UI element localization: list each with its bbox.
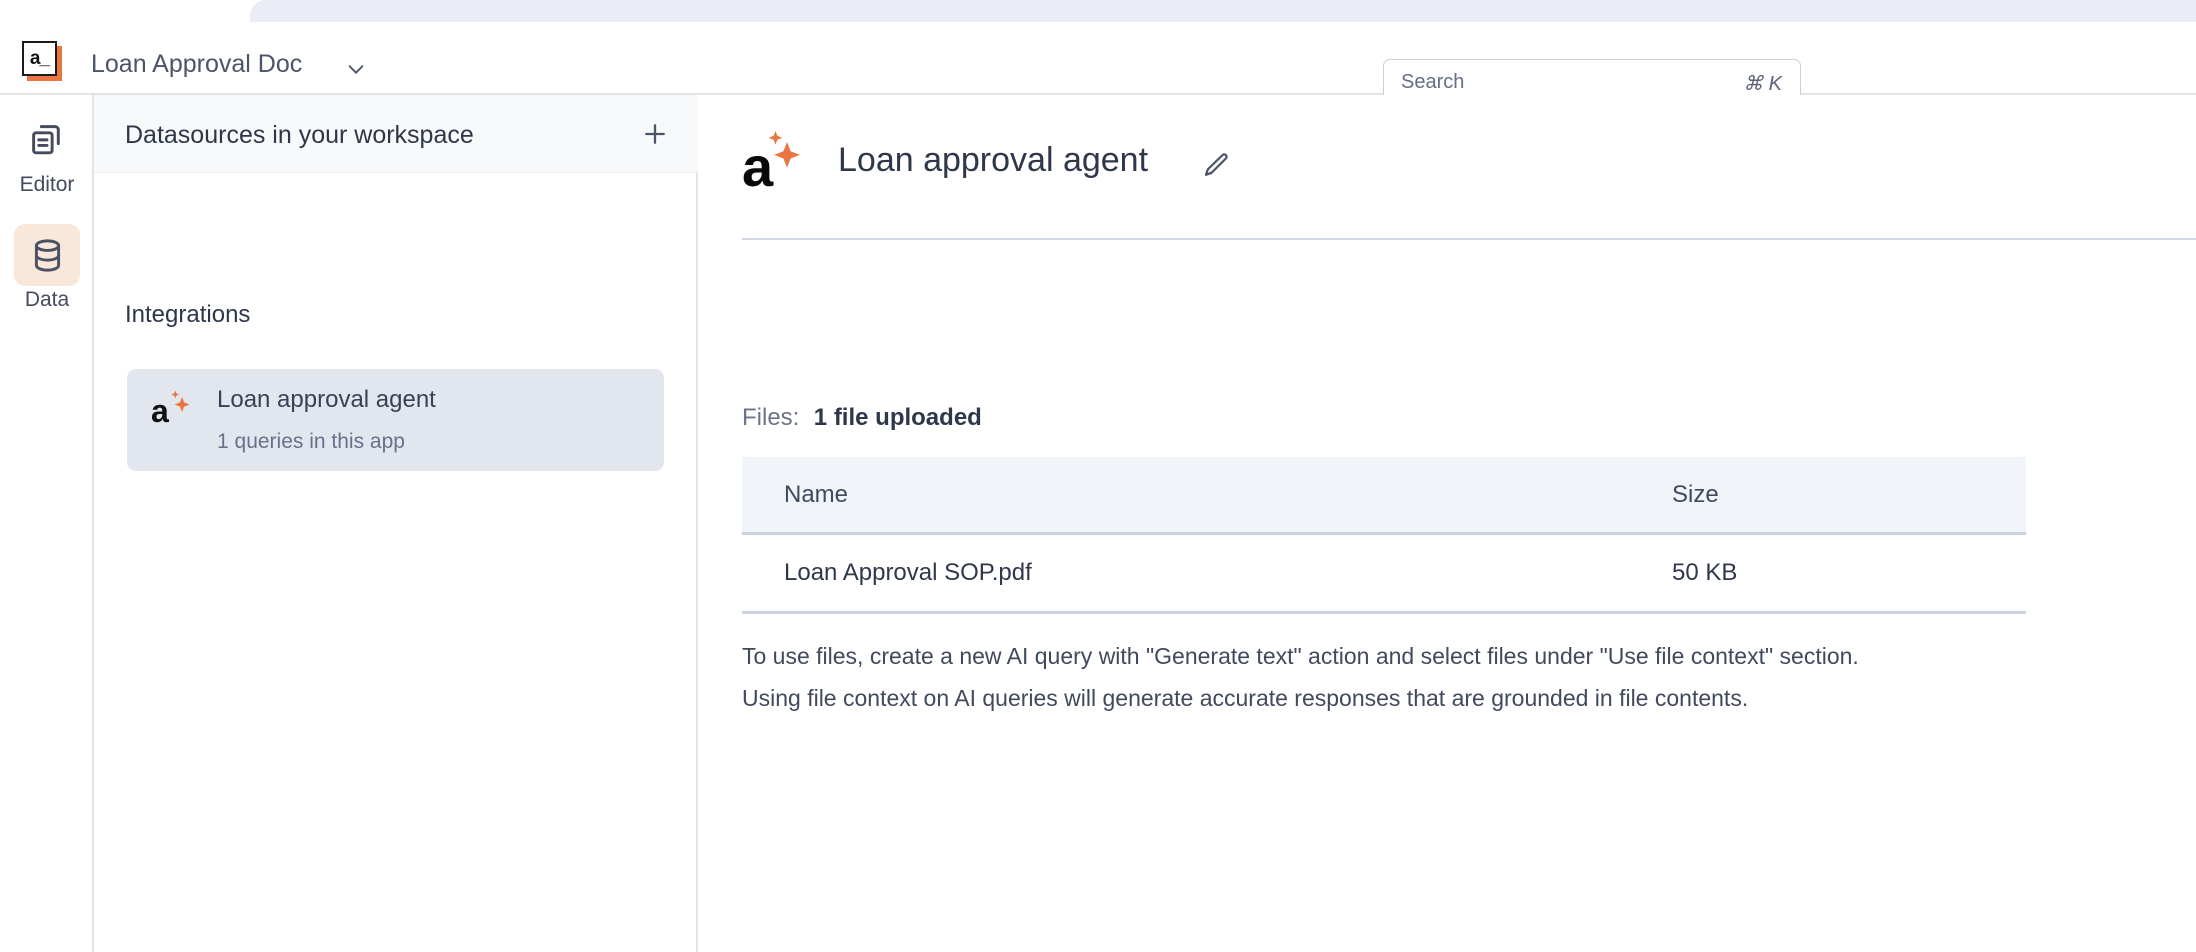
documents-icon — [14, 109, 80, 171]
page-title: Loan approval agent — [838, 141, 1148, 180]
files-help-note-line-2: Using file context on AI queries will ge… — [742, 677, 2092, 719]
files-label: Files: — [742, 404, 799, 431]
file-size-cell: 50 KB — [1668, 559, 2026, 587]
browser-tab-strip — [0, 0, 2196, 22]
main-content: a Loan approval agent Files: 1 file uplo… — [698, 95, 2196, 952]
datasource-item-name: Loan approval agent — [217, 386, 436, 414]
datasources-panel: Datasources in your workspace Integratio… — [94, 95, 698, 952]
logo-face: a_ — [22, 41, 57, 76]
database-icon — [14, 224, 80, 286]
files-table: Name Size Loan Approval SOP.pdf 50 KB — [742, 457, 2026, 614]
rail-item-editor[interactable]: Editor — [0, 109, 94, 197]
plus-icon[interactable] — [641, 120, 669, 148]
search-shortcut-hint: ⌘ K — [1743, 71, 1782, 96]
active-tab-shape — [250, 0, 2196, 22]
header-divider — [742, 238, 2196, 240]
top-app-bar: a_ Loan Approval Doc ⌘ K — [0, 22, 2196, 95]
content-header: a Loan approval agent — [698, 95, 2196, 239]
column-header-name: Name — [742, 481, 1668, 509]
files-help-note: To use files, create a new AI query with… — [742, 635, 2092, 719]
pencil-icon[interactable] — [1201, 151, 1231, 181]
svg-text:a: a — [742, 135, 774, 194]
chevron-down-icon[interactable] — [345, 58, 367, 80]
app-logo-icon[interactable]: a_ — [22, 41, 62, 81]
datasource-item-loan-approval-agent[interactable]: a Loan approval agent 1 queries in this … — [127, 369, 664, 471]
rail-item-editor-label: Editor — [20, 173, 75, 197]
files-help-note-line-1: To use files, create a new AI query with… — [742, 635, 2092, 677]
datasource-item-subtitle: 1 queries in this app — [217, 430, 405, 454]
files-summary: Files: 1 file uploaded — [742, 404, 982, 432]
files-count-value: 1 file uploaded — [814, 404, 982, 431]
datasources-list: a Loan approval agent 1 queries in this … — [94, 369, 698, 471]
rail-item-data[interactable]: Data — [0, 224, 94, 312]
table-row[interactable]: Loan Approval SOP.pdf 50 KB — [742, 535, 2026, 614]
left-icon-rail: Editor Data — [0, 95, 94, 952]
agent-sparkle-icon: a — [742, 130, 804, 194]
files-table-header-row: Name Size — [742, 457, 2026, 535]
datasources-panel-header: Datasources in your workspace — [94, 95, 698, 173]
column-header-size: Size — [1668, 481, 2026, 509]
datasources-section-label: Integrations — [125, 301, 250, 329]
rail-item-data-label: Data — [25, 288, 69, 312]
datasources-panel-title: Datasources in your workspace — [125, 121, 474, 150]
svg-text:a: a — [151, 393, 169, 429]
document-title[interactable]: Loan Approval Doc — [91, 50, 302, 79]
agent-sparkle-icon: a — [151, 389, 193, 429]
file-name-cell: Loan Approval SOP.pdf — [742, 559, 1668, 587]
